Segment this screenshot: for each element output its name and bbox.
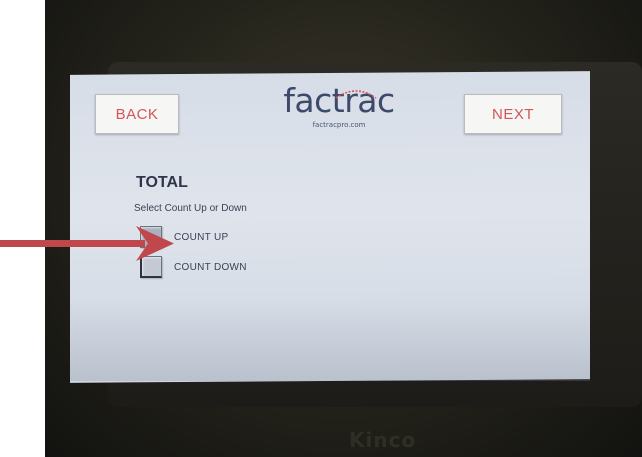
factrac-logo: factrac factracpro.com	[274, 82, 404, 142]
back-button[interactable]: BACK	[95, 94, 179, 134]
logo-url: factracpro.com	[312, 121, 366, 129]
count-down-label: COUNT DOWN	[174, 261, 247, 273]
count-up-label: COUNT UP	[174, 231, 229, 243]
logo-arc-icon	[335, 90, 377, 99]
device-brand: Kinco	[349, 428, 417, 452]
right-arrow-icon	[0, 226, 174, 261]
screen-shade	[70, 300, 590, 381]
page-title: TOTAL	[136, 174, 188, 191]
page-subtitle: Select Count Up or Down	[134, 203, 247, 214]
next-button[interactable]: NEXT	[464, 94, 562, 134]
